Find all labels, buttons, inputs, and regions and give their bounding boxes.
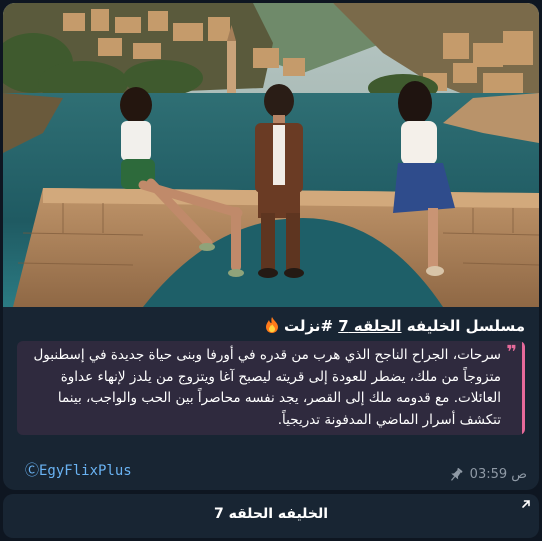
description-quote: ❞ سرحات، الجراح الناجح الذي هرب من قدره … bbox=[17, 341, 525, 435]
hashtag-link[interactable]: #نزلت bbox=[284, 317, 338, 335]
fire-icon bbox=[265, 317, 278, 333]
episode-button-label: الخليفه الحلقه 7 bbox=[213, 506, 329, 522]
source-signature[interactable]: ⒸEgyFlixPlus bbox=[25, 462, 132, 480]
pin-icon bbox=[450, 468, 463, 481]
channel-post: مسلسل الخليفه الحلقه 7 #نزلت ❞ سرحات، ال… bbox=[3, 3, 539, 490]
description-text: سرحات، الجراح الناجح الذي هرب من قدره في… bbox=[33, 347, 502, 428]
post-photo-illustration bbox=[3, 3, 539, 307]
post-caption: مسلسل الخليفه الحلقه 7 #نزلت bbox=[3, 315, 539, 337]
quote-accent-bar bbox=[522, 341, 525, 435]
quote-icon: ❞ bbox=[506, 342, 517, 363]
post-photo[interactable] bbox=[3, 3, 539, 307]
episode-button[interactable]: الخليفه الحلقه 7 bbox=[3, 494, 539, 538]
post-time: 03:59 ص bbox=[469, 467, 527, 482]
title-prefix: مسلسل الخليفه bbox=[401, 317, 525, 335]
episode-link[interactable]: الحلقه 7 bbox=[338, 317, 401, 335]
post-meta: 03:59 ص bbox=[448, 467, 527, 483]
post-title: مسلسل الخليفه الحلقه 7 #نزلت bbox=[3, 315, 539, 337]
